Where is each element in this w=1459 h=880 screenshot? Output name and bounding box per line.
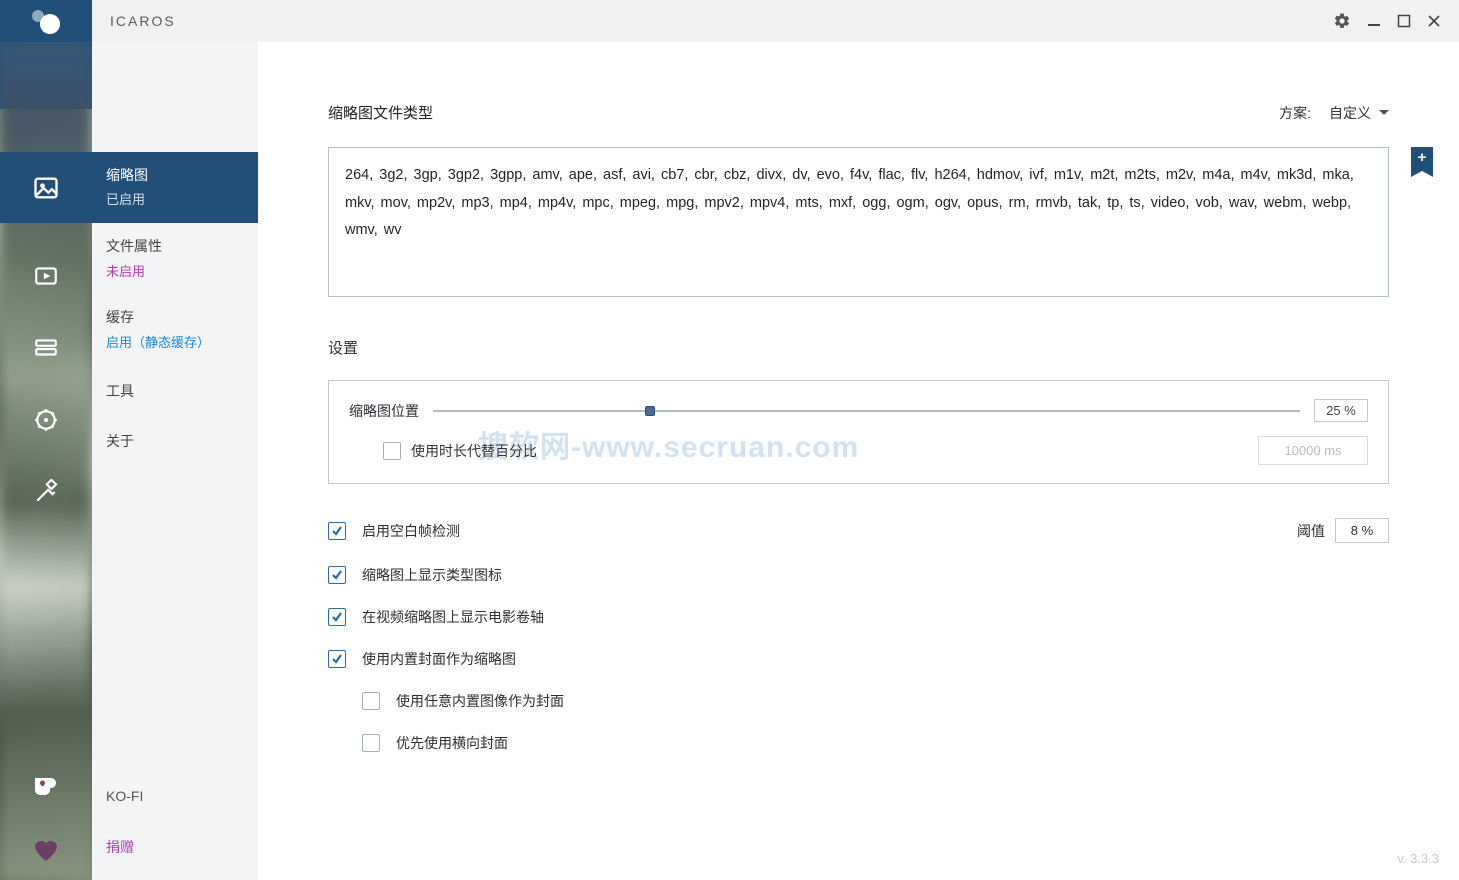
show-type-icon-checkbox[interactable] (328, 566, 346, 584)
add-preset-button[interactable]: + (1411, 147, 1433, 177)
sidebar-item-label: 捐赠 (106, 836, 244, 858)
sidebar-item-label: 文件属性 (106, 235, 244, 257)
sidebar-item-status: 未启用 (106, 262, 244, 283)
prefer-landscape-checkbox[interactable] (362, 734, 380, 752)
sidebar-item-label: 工具 (106, 380, 244, 402)
offset-percent-value[interactable]: 25 % (1314, 399, 1368, 422)
sidebar-item-cache[interactable]: 缓存 启用（静态缓存） (92, 294, 258, 365)
option-prefer-landscape: 优先使用横向封面 (328, 733, 1389, 753)
rail-icon-tools[interactable] (0, 398, 92, 442)
sidebar-item-donate[interactable]: 捐赠 (92, 822, 258, 880)
film-reel-checkbox[interactable] (328, 608, 346, 626)
app-title: ICAROS (110, 13, 176, 29)
slider-thumb-icon[interactable] (645, 406, 655, 416)
film-reel-label: 在视频缩略图上显示电影卷轴 (362, 607, 1389, 627)
thumbnail-types-title: 缩略图文件类型 (328, 102, 433, 123)
offset-label: 缩略图位置 (349, 401, 419, 421)
blank-detect-checkbox[interactable] (328, 522, 346, 540)
minimize-icon[interactable] (1367, 14, 1381, 28)
threshold-label: 阈值 (1297, 521, 1325, 541)
duration-value-field[interactable]: 10000 ms (1258, 436, 1368, 465)
option-any-image-cover: 使用任意内置图像作为封面 (328, 691, 1389, 711)
sidebar-item-label: 关于 (106, 430, 244, 452)
sidebar: 缩略图 已启用 文件属性 未启用 缓存 启用（静态缓存） 工具 关于 KO-FI… (92, 42, 258, 880)
title-bar: ICAROS (0, 0, 1459, 42)
logo-icon (26, 6, 66, 36)
option-blank-frame-detect: 启用空白帧检测 阈值 8 % (328, 518, 1389, 543)
any-image-checkbox[interactable] (362, 692, 380, 710)
sidebar-item-tools[interactable]: 工具 (92, 366, 258, 416)
rail-icon-thumbnail-active (0, 152, 92, 223)
embedded-cover-checkbox[interactable] (328, 650, 346, 668)
rail-icon-kofi[interactable] (0, 764, 92, 808)
sidebar-item-about[interactable]: 关于 (92, 416, 258, 466)
sidebar-item-kofi[interactable]: KO-FI (92, 771, 258, 821)
sidebar-item-status: 启用（静态缓存） (106, 333, 244, 354)
sidebar-item-properties[interactable]: 文件属性 未启用 (92, 223, 258, 294)
option-embedded-cover: 使用内置封面作为缩略图 (328, 649, 1389, 669)
sidebar-item-label: 缓存 (106, 306, 244, 328)
scheme-value: 自定义 (1329, 103, 1371, 123)
threshold-value[interactable]: 8 % (1335, 518, 1389, 543)
rail-icon-properties[interactable] (0, 254, 92, 298)
use-duration-checkbox[interactable] (383, 442, 401, 460)
option-show-type-icon: 缩略图上显示类型图标 (328, 565, 1389, 585)
blank-detect-label: 启用空白帧检测 (362, 521, 1281, 541)
use-duration-label: 使用时长代替百分比 (411, 441, 1248, 461)
app-logo (0, 0, 92, 42)
chevron-down-icon (1379, 110, 1389, 115)
extensions-textbox[interactable]: 264, 3g2, 3gp, 3gp2, 3gpp, amv, ape, asf… (328, 147, 1389, 297)
sidebar-item-label: KO-FI (106, 785, 244, 807)
rail-icon-about[interactable] (0, 470, 92, 514)
content-area: 搜软网-www.secruan.com 缩略图文件类型 方案: 自定义 264,… (258, 42, 1459, 880)
version-label: v. 3.3.3 (1397, 851, 1439, 866)
close-icon[interactable] (1427, 14, 1441, 28)
settings-title: 设置 (328, 337, 1389, 358)
offset-slider[interactable] (433, 408, 1300, 414)
rail-icon-donate[interactable] (0, 828, 92, 872)
sidebar-item-label: 缩略图 (106, 164, 244, 186)
prefer-landscape-label: 优先使用横向封面 (396, 733, 1389, 753)
settings-gear-icon[interactable] (1333, 12, 1351, 30)
any-image-label: 使用任意内置图像作为封面 (396, 691, 1389, 711)
maximize-icon[interactable] (1397, 14, 1411, 28)
sidebar-item-status: 已启用 (106, 190, 244, 211)
scheme-label: 方案: (1279, 103, 1311, 123)
embedded-cover-label: 使用内置封面作为缩略图 (362, 649, 1389, 669)
option-film-reel: 在视频缩略图上显示电影卷轴 (328, 607, 1389, 627)
thumbnail-offset-group: 缩略图位置 25 % 使用时长代替百分比 10000 ms (328, 380, 1389, 484)
extensions-text: 264, 3g2, 3gp, 3gp2, 3gpp, amv, ape, asf… (345, 167, 1354, 238)
rail-icon-cache[interactable] (0, 326, 92, 370)
show-type-icon-label: 缩略图上显示类型图标 (362, 565, 1389, 585)
sidebar-item-thumbnail[interactable]: 缩略图 已启用 (92, 152, 258, 223)
scheme-dropdown[interactable]: 自定义 (1329, 103, 1389, 123)
